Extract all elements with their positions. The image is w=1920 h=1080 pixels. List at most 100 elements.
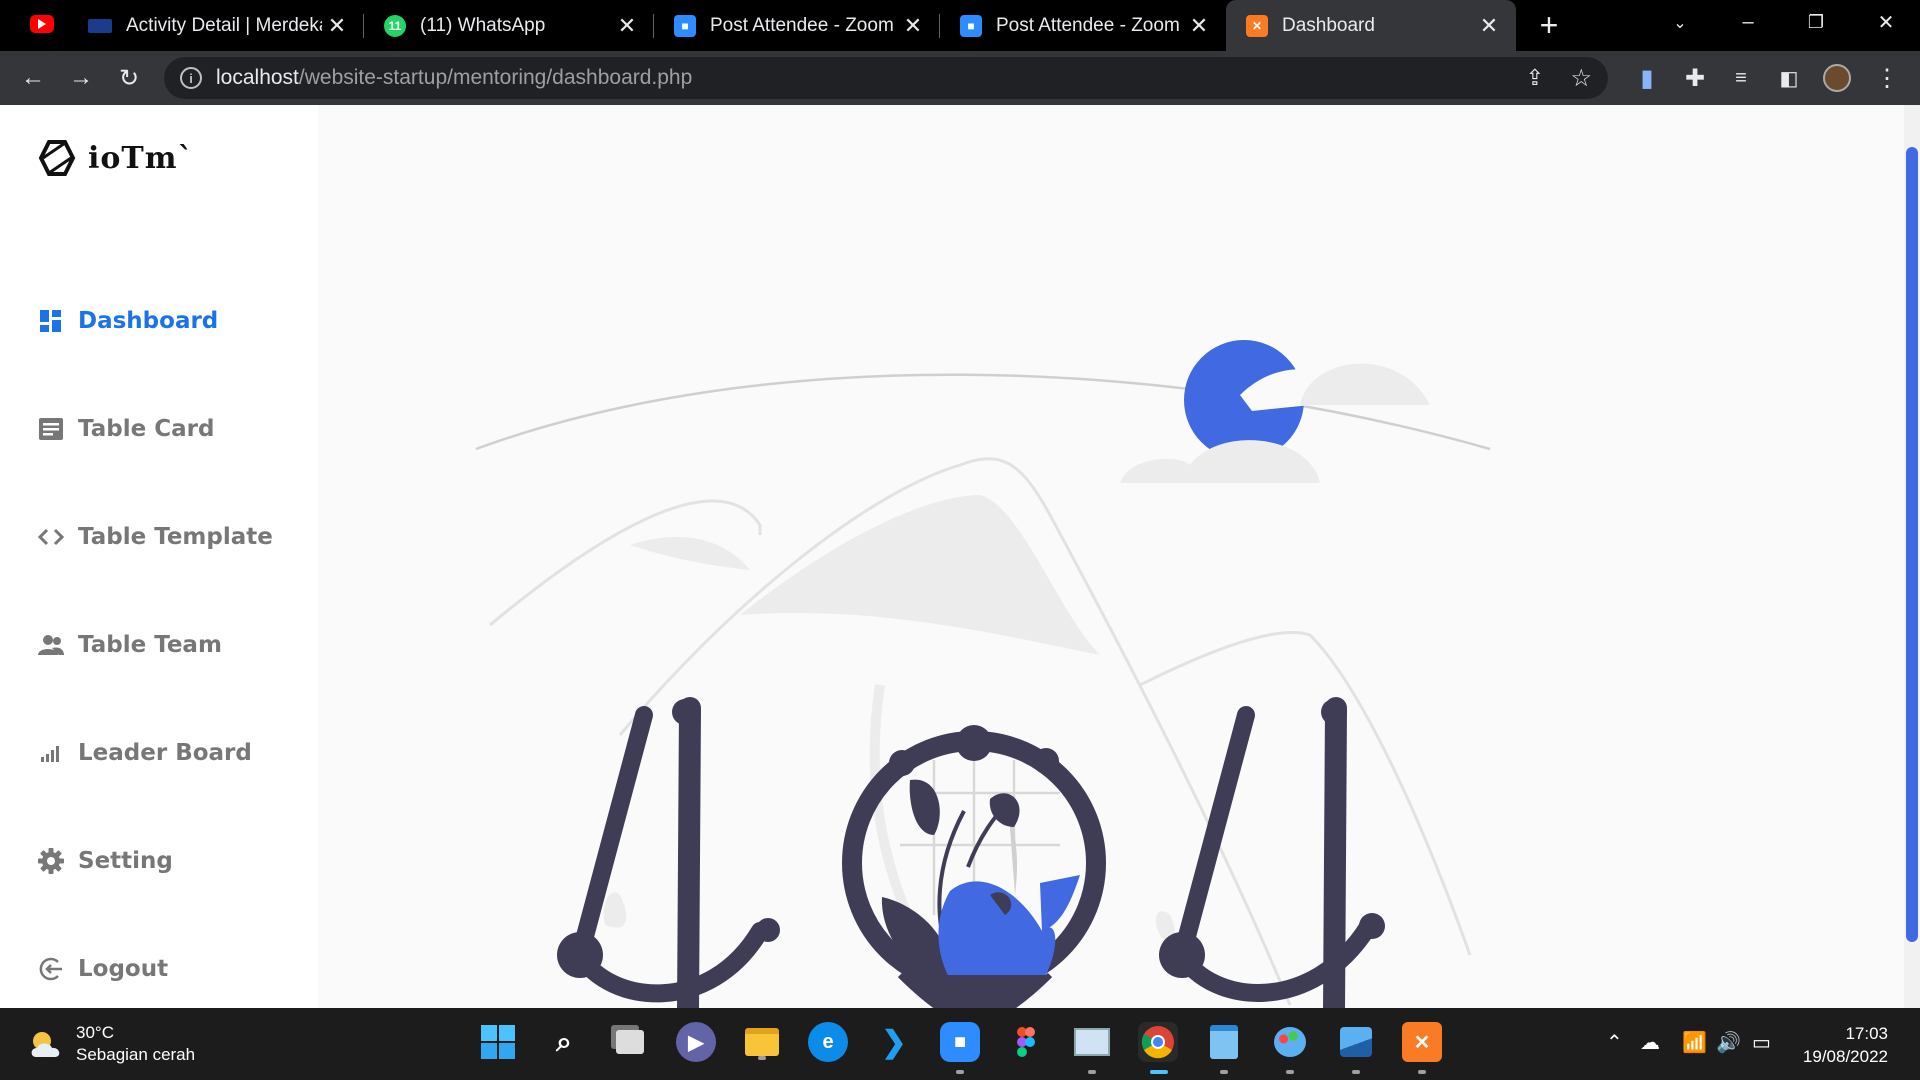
gear-icon xyxy=(38,848,64,874)
sidebar-item-label: Setting xyxy=(78,848,173,874)
clock-date: 19/08/2022 xyxy=(1802,1047,1888,1066)
volume-icon[interactable]: 🔊 xyxy=(1716,1030,1741,1055)
more-menu-icon[interactable]: ⋮ xyxy=(1870,61,1904,95)
sidebar-item-label: Leader Board xyxy=(78,740,252,766)
bookmark-star-icon[interactable]: ☆ xyxy=(1570,64,1592,93)
sidebar-item-logout[interactable]: Logout xyxy=(38,949,168,989)
team-icon xyxy=(38,632,64,658)
tab-title: Post Attendee - Zoom xyxy=(996,14,1180,36)
tab-zoom-2[interactable]: ■ Post Attendee - Zoom ✕ xyxy=(940,0,1226,51)
hexagon-logo-icon xyxy=(38,140,76,176)
url-text: localhost/website-startup/mentoring/dash… xyxy=(216,66,693,89)
chrome-browser-icon[interactable] xyxy=(1138,1022,1178,1074)
xampp-icon: ✕ xyxy=(1246,14,1268,37)
digit-four-left xyxy=(557,697,780,1021)
teams-chat-icon[interactable]: ▶ xyxy=(676,1022,716,1062)
close-icon[interactable]: ✕ xyxy=(612,13,642,39)
zoom-icon: ■ xyxy=(674,14,696,37)
weather-widget[interactable]: 30°C Sebagian cerah xyxy=(28,1022,195,1066)
cloud-shape xyxy=(1120,440,1320,483)
tab-activity-detail[interactable]: Activity Detail | Merdeka ✕ xyxy=(68,0,364,51)
sidebar-item-table-template[interactable]: Table Template xyxy=(38,517,273,557)
resource-monitor-icon[interactable] xyxy=(1072,1022,1112,1074)
search-icon[interactable]: ⌕ xyxy=(544,1022,584,1062)
sidebar-item-label: Table Team xyxy=(78,632,222,658)
kampus-merdeka-icon xyxy=(88,18,112,33)
site-info-icon[interactable]: i xyxy=(180,67,202,89)
new-tab-button[interactable]: + xyxy=(1532,8,1566,42)
minimize-button[interactable]: – xyxy=(1718,0,1778,45)
reload-button[interactable]: ↻ xyxy=(112,61,146,95)
share-icon[interactable]: ⇪ xyxy=(1526,65,1544,91)
weather-description: Sebagian cerah xyxy=(76,1045,196,1064)
figma-icon[interactable] xyxy=(1006,1022,1046,1062)
page-scrollbar-thumb[interactable] xyxy=(1906,147,1918,942)
back-button[interactable]: ← xyxy=(16,61,50,95)
tab-zoom-1[interactable]: ■ Post Attendee - Zoom ✕ xyxy=(654,0,940,51)
tab-title: Dashboard xyxy=(1282,14,1375,36)
clock-time: 17:03 xyxy=(1845,1024,1888,1043)
browser-toolbar: ← → ↻ i localhost/website-startup/mentor… xyxy=(0,51,1920,105)
system-clock[interactable]: 17:03 19/08/2022 xyxy=(1796,1022,1888,1068)
extension-doc-icon[interactable]: ▮ xyxy=(1630,61,1664,95)
tab-search-button[interactable]: ⌄ xyxy=(1650,0,1710,45)
sidebar: ioTm` Dashboard Table Card Table Templat… xyxy=(0,105,318,1008)
close-icon[interactable]: ✕ xyxy=(1184,13,1214,39)
photos-icon[interactable] xyxy=(1336,1022,1376,1074)
xampp-app-icon[interactable]: ✕ xyxy=(1402,1022,1442,1074)
windows-taskbar: 30°C Sebagian cerah ⌕ ▶ e ❯ ■ ✕ ⌃ ☁ 📶 🔊 … xyxy=(0,1008,1920,1080)
tab-whatsapp[interactable]: 11 (11) WhatsApp ✕ xyxy=(364,0,654,51)
close-icon[interactable]: ✕ xyxy=(322,13,352,39)
cloud-shape xyxy=(1300,363,1430,405)
close-icon[interactable]: ✕ xyxy=(1474,13,1504,39)
sidebar-item-label: Table Card xyxy=(78,416,215,442)
dashboard-grid-icon xyxy=(38,308,64,334)
tab-title: Activity Detail | Merdeka xyxy=(126,14,322,36)
sidebar-item-table-team[interactable]: Table Team xyxy=(38,625,222,665)
whatsapp-icon: 11 xyxy=(384,14,406,37)
partly-cloudy-icon xyxy=(31,1032,60,1057)
zoom-icon: ■ xyxy=(960,14,982,37)
show-hidden-icons-chevron-icon[interactable]: ⌃ xyxy=(1606,1030,1623,1055)
task-view-icon[interactable] xyxy=(610,1022,650,1062)
logout-icon xyxy=(38,956,64,982)
youtube-tab-icon[interactable] xyxy=(30,15,54,33)
windows-start-icon[interactable] xyxy=(478,1022,518,1062)
bar-signal-icon xyxy=(38,740,64,766)
sidebar-item-dashboard[interactable]: Dashboard xyxy=(38,301,218,341)
browser-tab-strip: Activity Detail | Merdeka ✕ 11 (11) What… xyxy=(0,0,1920,51)
vscode-icon[interactable]: ❯ xyxy=(874,1022,914,1062)
sidebar-item-table-card[interactable]: Table Card xyxy=(38,409,214,449)
battery-icon[interactable]: ▭ xyxy=(1752,1030,1771,1055)
edge-browser-icon[interactable]: e xyxy=(808,1022,848,1062)
sidebar-item-label: Table Template xyxy=(78,524,273,550)
onedrive-cloud-icon[interactable]: ☁ xyxy=(1640,1030,1660,1055)
zoom-app-icon[interactable]: ■ xyxy=(940,1022,980,1074)
404-illustration xyxy=(466,340,1496,1029)
tab-dashboard[interactable]: ✕ Dashboard ✕ xyxy=(1226,0,1516,51)
media-control-icon[interactable]: ≡ xyxy=(1724,61,1758,95)
paint-icon[interactable] xyxy=(1270,1022,1310,1074)
side-panel-icon[interactable]: ◧ xyxy=(1772,61,1806,95)
file-explorer-icon[interactable] xyxy=(742,1022,782,1062)
forward-button[interactable]: → xyxy=(64,61,98,95)
brand-name: ioTm` xyxy=(88,140,194,176)
restore-button[interactable]: ❐ xyxy=(1786,0,1846,45)
sidebar-item-setting[interactable]: Setting xyxy=(38,841,173,881)
tab-title: (11) WhatsApp xyxy=(420,14,546,36)
code-icon xyxy=(38,524,64,550)
sidebar-item-label: Dashboard xyxy=(78,308,219,334)
extensions-puzzle-icon[interactable]: ✚ xyxy=(1678,61,1712,95)
sidebar-item-label: Logout xyxy=(78,956,169,982)
web-page: ioTm` Dashboard Table Card Table Templat… xyxy=(0,105,1920,1029)
address-bar[interactable]: i localhost/website-startup/mentoring/da… xyxy=(164,57,1608,99)
notepad-icon[interactable] xyxy=(1204,1022,1244,1074)
profile-avatar[interactable] xyxy=(1820,61,1854,95)
wifi-icon[interactable]: 📶 xyxy=(1682,1030,1707,1055)
weather-temperature: 30°C xyxy=(76,1023,114,1042)
brand-logo[interactable]: ioTm` xyxy=(38,139,193,177)
card-icon xyxy=(38,416,64,442)
close-window-button[interactable]: ✕ xyxy=(1856,0,1916,45)
close-icon[interactable]: ✕ xyxy=(898,13,928,39)
sidebar-item-leader-board[interactable]: Leader Board xyxy=(38,733,252,773)
